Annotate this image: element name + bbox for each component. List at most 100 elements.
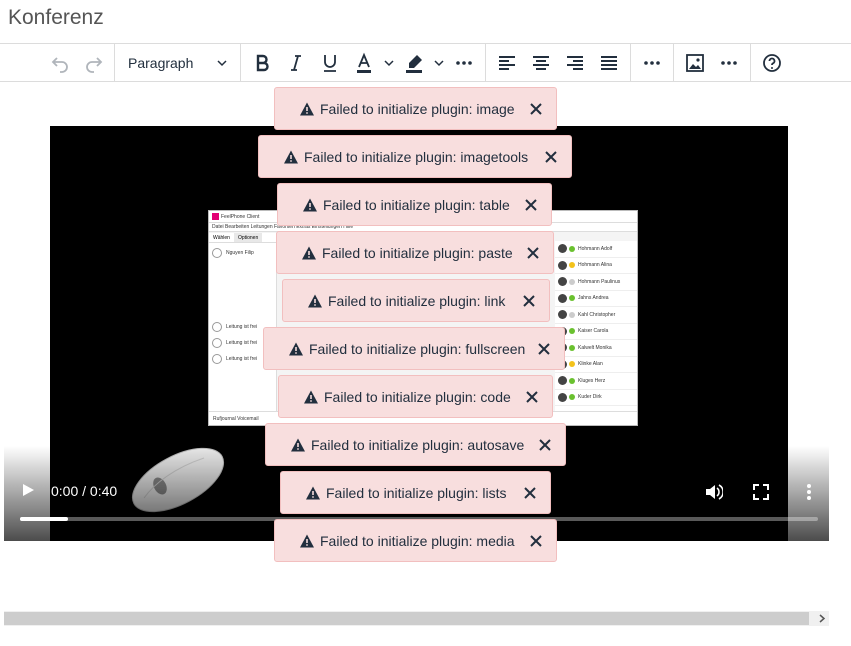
screenshot-contact: Kahl Christopher bbox=[578, 311, 616, 318]
video-time: 0:00 / 0:40 bbox=[51, 483, 118, 499]
notification-text: Failed to initialize plugin: table bbox=[323, 196, 510, 213]
screenshot-contact: Jahns Andrea bbox=[578, 295, 609, 302]
more-vertical-icon[interactable] bbox=[801, 482, 817, 502]
underline-button[interactable] bbox=[316, 44, 344, 82]
help-button[interactable] bbox=[758, 44, 786, 82]
notification-text: Failed to initialize plugin: image bbox=[320, 100, 515, 117]
undo-button[interactable] bbox=[46, 44, 74, 82]
chevron-down-icon bbox=[434, 60, 444, 67]
warning-icon bbox=[291, 438, 305, 451]
notification-error: Failed to initialize plugin: lists bbox=[280, 471, 551, 514]
chevron-down-icon bbox=[217, 60, 227, 67]
screenshot-contact: Hohmann Alina bbox=[578, 262, 612, 269]
screenshot-contact: Kaiser Carola bbox=[578, 328, 609, 335]
block-format-label: Paragraph bbox=[128, 55, 194, 71]
notification-error: Failed to initialize plugin: imagetools bbox=[258, 135, 572, 178]
screenshot-contact: Klinke Alan bbox=[578, 361, 603, 368]
warning-icon bbox=[300, 534, 314, 547]
notification-error: Failed to initialize plugin: code bbox=[278, 375, 553, 418]
screenshot-line: Leitung ist frei bbox=[226, 356, 258, 362]
screenshot-line: Leitung ist frei bbox=[226, 324, 258, 330]
notification-text: Failed to initialize plugin: lists bbox=[326, 484, 507, 501]
undo-icon bbox=[51, 57, 68, 73]
more-insert-button[interactable] bbox=[715, 44, 743, 82]
warning-icon bbox=[289, 342, 303, 355]
align-center-button[interactable] bbox=[527, 44, 555, 82]
close-icon[interactable] bbox=[521, 293, 537, 309]
justify-icon bbox=[601, 56, 617, 70]
bold-icon bbox=[256, 54, 269, 72]
help-icon bbox=[763, 54, 781, 72]
warning-icon bbox=[304, 390, 318, 403]
more-icon bbox=[721, 61, 737, 65]
fullscreen-icon[interactable] bbox=[751, 482, 771, 502]
notification-text: Failed to initialize plugin: code bbox=[324, 388, 511, 405]
underline-icon bbox=[324, 55, 336, 72]
close-icon[interactable] bbox=[536, 341, 552, 357]
chevron-right-icon[interactable] bbox=[817, 613, 827, 624]
align-center-icon bbox=[533, 56, 549, 70]
close-icon[interactable] bbox=[523, 197, 539, 213]
warning-icon bbox=[306, 486, 320, 499]
notification-error: Failed to initialize plugin: table bbox=[277, 183, 552, 226]
screenshot-line: Nguyen Filip bbox=[226, 250, 254, 256]
warning-icon bbox=[302, 246, 316, 259]
insert-image-button[interactable] bbox=[681, 44, 709, 82]
play-icon[interactable] bbox=[20, 482, 36, 498]
notification-error: Failed to initialize plugin: media bbox=[274, 519, 557, 562]
screenshot-contact: Hohmann Adolf bbox=[578, 245, 613, 252]
chevron-down-icon bbox=[384, 60, 394, 67]
redo-button[interactable] bbox=[80, 44, 108, 82]
more-format-button[interactable] bbox=[450, 44, 478, 82]
text-color-dropdown[interactable] bbox=[380, 44, 398, 82]
notification-text: Failed to initialize plugin: link bbox=[328, 292, 506, 309]
notification-text: Failed to initialize plugin: fullscreen bbox=[309, 340, 526, 357]
close-icon[interactable] bbox=[528, 533, 544, 549]
warning-icon bbox=[308, 294, 322, 307]
volume-icon[interactable] bbox=[703, 482, 723, 502]
close-icon[interactable] bbox=[524, 389, 540, 405]
notification-text: Failed to initialize plugin: autosave bbox=[311, 436, 525, 453]
justify-button[interactable] bbox=[595, 44, 623, 82]
align-right-button[interactable] bbox=[561, 44, 589, 82]
text-color-button[interactable] bbox=[350, 44, 378, 82]
scrollbar-thumb[interactable] bbox=[4, 612, 809, 625]
align-left-button[interactable] bbox=[493, 44, 521, 82]
screenshot-contacts: Hohmann Adolf Hohmann Alina Hohmann Paul… bbox=[555, 241, 637, 411]
text-color-icon bbox=[357, 52, 371, 73]
highlight-button[interactable] bbox=[400, 44, 428, 82]
highlight-icon bbox=[406, 55, 422, 73]
screenshot-lines-panel: Wählen Optionen Nguyen Filip Leitung ist… bbox=[209, 233, 277, 413]
align-right-icon bbox=[567, 56, 583, 70]
screenshot-contact: Kluges Herz bbox=[578, 377, 606, 384]
notification-error: Failed to initialize plugin: link bbox=[282, 279, 550, 322]
screenshot-contact: Kuder Dirk bbox=[578, 394, 602, 401]
more-icon bbox=[644, 61, 660, 65]
notification-text: Failed to initialize plugin: media bbox=[320, 532, 515, 549]
warning-icon bbox=[303, 198, 317, 211]
screenshot-tab: Wählen bbox=[213, 235, 230, 241]
notification-error: Failed to initialize plugin: paste bbox=[276, 231, 554, 274]
warning-icon bbox=[300, 102, 314, 115]
close-icon[interactable] bbox=[537, 437, 553, 453]
close-icon[interactable] bbox=[528, 101, 544, 117]
screenshot-line: Leitung ist frei bbox=[226, 340, 258, 346]
block-format-select[interactable]: Paragraph bbox=[120, 44, 236, 82]
bold-button[interactable] bbox=[248, 44, 276, 82]
close-icon[interactable] bbox=[522, 485, 538, 501]
close-icon[interactable] bbox=[543, 149, 559, 165]
notification-error: Failed to initialize plugin: fullscreen bbox=[263, 327, 565, 370]
more-icon bbox=[456, 61, 472, 65]
highlight-dropdown[interactable] bbox=[430, 44, 448, 82]
close-icon[interactable] bbox=[525, 245, 541, 261]
image-icon bbox=[686, 54, 704, 72]
editor-toolbar: Paragraph bbox=[0, 43, 851, 82]
screenshot-contact: Kalwelt Monika bbox=[578, 344, 612, 351]
redo-icon bbox=[86, 57, 103, 73]
screenshot-contact: Hohmann Paulinus bbox=[578, 278, 621, 285]
italic-icon bbox=[291, 55, 301, 71]
horizontal-scrollbar[interactable] bbox=[4, 611, 829, 626]
more-align-button[interactable] bbox=[638, 44, 666, 82]
italic-button[interactable] bbox=[282, 44, 310, 82]
notification-error: Failed to initialize plugin: image bbox=[274, 87, 557, 130]
